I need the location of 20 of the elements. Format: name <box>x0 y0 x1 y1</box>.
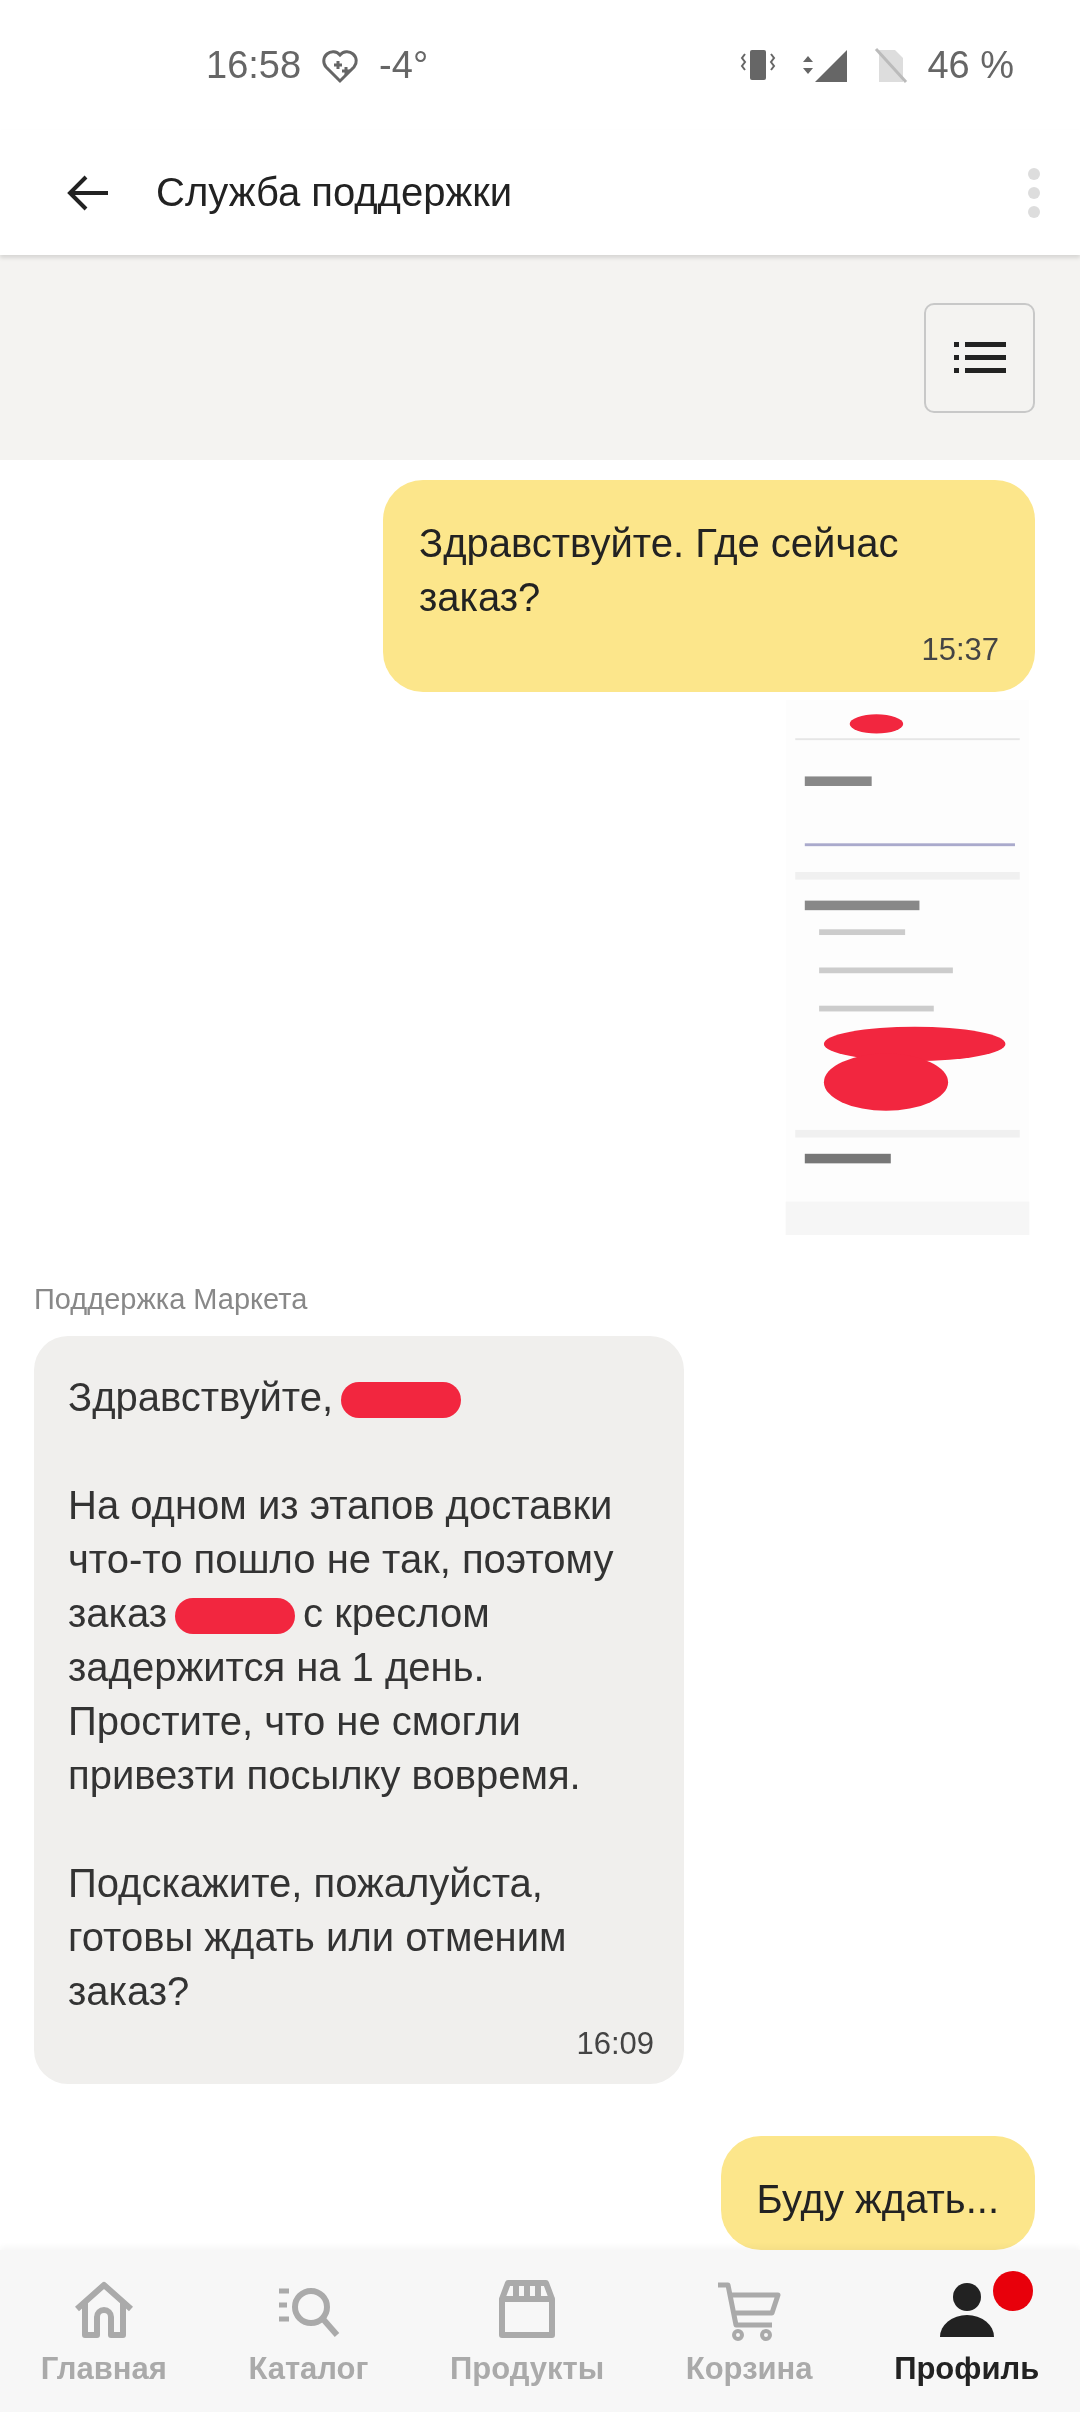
weather-temperature: -4° <box>379 43 429 87</box>
message-time: 15:37 <box>921 632 999 668</box>
nav-tab[interactable]: Продукты <box>450 2275 605 2387</box>
message-text: Здравствуйте. Где сейчас заказ? <box>419 520 900 621</box>
message-text: Здравствуйте, <box>68 1370 654 1424</box>
list-icon <box>953 340 1006 375</box>
no-sim-icon <box>873 46 910 84</box>
sender-name: Поддержка Маркета <box>34 1283 309 1316</box>
nav-tab[interactable]: Профиль <box>894 2275 1040 2387</box>
screen-title: Служба поддержки <box>156 170 514 215</box>
message-time: 16:09 <box>576 2026 654 2062</box>
nav-tab[interactable]: Каталог <box>248 2275 369 2387</box>
message-text: Подскажите, пожалуйста, готовы ждать или отменим заказ? <box>68 1860 568 2015</box>
nav-tab[interactable]: Главная <box>40 2275 167 2387</box>
message-text: На одном из этапов доставки что-то пошло не так, поэтому заказ с креслом задержится на 1 день. Простите, что не смогли привезти посылку вовремя. <box>68 1482 615 1799</box>
list-menu-button[interactable] <box>924 302 1035 413</box>
clock: 16:58 <box>206 43 302 87</box>
battery-percent: 46 % <box>927 43 1014 87</box>
nav-tab[interactable]: Корзина <box>685 2275 813 2387</box>
message-text: Буду ждать... <box>756 2176 999 2223</box>
